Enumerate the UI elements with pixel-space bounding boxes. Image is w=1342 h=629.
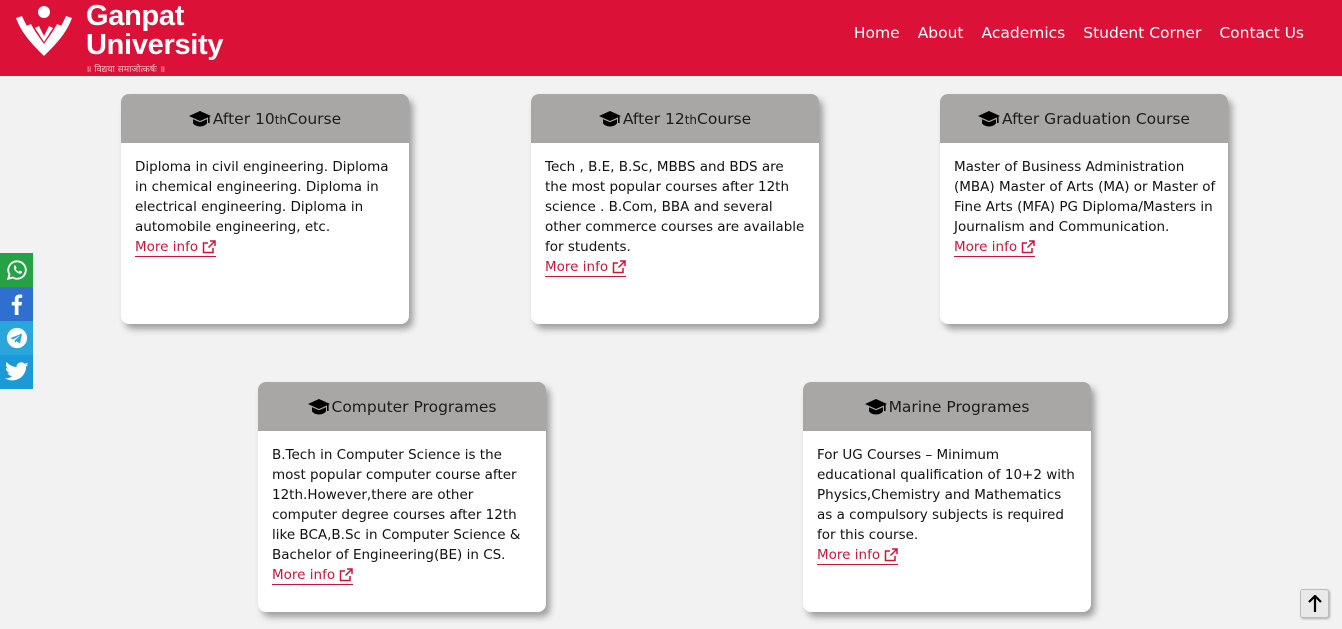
card-body: Master of Business Administration (MBA) …	[940, 143, 1228, 257]
more-info-link[interactable]: More info	[135, 238, 217, 257]
card-header: After Graduation Course	[940, 94, 1228, 143]
card-body: B.Tech in Computer Science is the most p…	[258, 431, 546, 585]
graduation-cap-icon	[864, 398, 887, 414]
card-body: Diploma in civil engineering. Diploma in…	[121, 143, 409, 257]
more-info-link[interactable]: More info	[954, 238, 1036, 257]
brand-name-line1: Ganpat	[86, 0, 185, 32]
whatsapp-icon	[6, 260, 27, 281]
university-logo-icon[interactable]	[14, 4, 74, 60]
more-info-link[interactable]: More info	[272, 566, 354, 585]
external-link-icon	[339, 568, 353, 582]
brand-name[interactable]: Ganpat University	[86, 0, 224, 61]
facebook-share-button[interactable]	[0, 287, 33, 321]
card-body: Tech , B.E, B.Sc, MBBS and BDS are the m…	[531, 143, 819, 277]
twitter-icon	[4, 362, 28, 381]
back-to-top-button[interactable]	[1300, 589, 1329, 618]
card-title-sup: th	[274, 112, 288, 127]
card-title-prefix: After 12	[622, 109, 685, 128]
graduation-cap-icon	[307, 398, 330, 414]
site-header: Ganpat University ॥ विद्यया समाजोत्कर्षः…	[0, 0, 1342, 76]
card-title: After Graduation Course	[1002, 109, 1190, 128]
external-link-icon	[1021, 240, 1035, 254]
card-description: Diploma in civil engineering. Diploma in…	[135, 159, 389, 235]
nav-about[interactable]: About	[918, 24, 964, 42]
nav-academics[interactable]: Academics	[982, 24, 1066, 42]
brand-tagline: ॥ विद्यया समाजोत्कर्षः ॥	[86, 65, 166, 75]
more-info-link[interactable]: More info	[545, 258, 627, 277]
twitter-share-button[interactable]	[0, 355, 33, 389]
more-info-label: More info	[272, 567, 336, 583]
nav-contact-us[interactable]: Contact Us	[1219, 24, 1304, 42]
graduation-cap-icon	[188, 110, 211, 126]
telegram-share-button[interactable]	[0, 321, 33, 355]
card-title: Computer Programes	[331, 397, 497, 416]
card-description: For UG Courses – Minimum educational qua…	[817, 447, 1075, 543]
graduation-cap-icon	[598, 110, 621, 126]
card-title-suffix: Course	[287, 109, 342, 128]
more-info-label: More info	[954, 239, 1018, 255]
course-card-computer-programes: Computer Programes B.Tech in Computer Sc…	[258, 382, 546, 612]
card-title: Marine Programes	[888, 397, 1030, 416]
main-nav: Home About Academics Student Corner Cont…	[854, 24, 1304, 42]
course-card-after-12th: After 12th Course Tech , B.E, B.Sc, MBBS …	[531, 94, 819, 324]
card-title-suffix: Course	[697, 109, 752, 128]
whatsapp-share-button[interactable]	[0, 253, 33, 287]
card-description: B.Tech in Computer Science is the most p…	[272, 447, 521, 563]
brand-name-line2: University	[86, 29, 224, 61]
card-header: Marine Programes	[803, 382, 1091, 431]
card-description: Master of Business Administration (MBA) …	[954, 159, 1216, 235]
arrow-up-icon	[1307, 594, 1322, 612]
more-info-label: More info	[135, 239, 199, 255]
card-title-sup: th	[684, 112, 698, 127]
card-header: Computer Programes	[258, 382, 546, 431]
external-link-icon	[612, 260, 626, 274]
external-link-icon	[884, 548, 898, 562]
graduation-cap-icon	[978, 110, 1001, 126]
card-header: After 10th Course	[121, 94, 409, 143]
course-card-after-10th: After 10th Course Diploma in civil engine…	[121, 94, 409, 324]
card-title-prefix: After 10	[212, 109, 275, 128]
nav-student-corner[interactable]: Student Corner	[1083, 24, 1201, 42]
more-info-label: More info	[817, 547, 881, 563]
course-card-marine-programes: Marine Programes For UG Courses – Minimu…	[803, 382, 1091, 612]
external-link-icon	[202, 240, 216, 254]
nav-home[interactable]: Home	[854, 24, 900, 42]
card-description: Tech , B.E, B.Sc, MBBS and BDS are the m…	[545, 159, 805, 255]
course-card-after-graduation: After Graduation Course Master of Busine…	[940, 94, 1228, 324]
telegram-icon	[6, 327, 27, 349]
more-info-label: More info	[545, 259, 609, 275]
card-header: After 12th Course	[531, 94, 819, 143]
social-share-bar	[0, 253, 33, 389]
facebook-icon	[11, 294, 22, 315]
card-body: For UG Courses – Minimum educational qua…	[803, 431, 1091, 565]
more-info-link[interactable]: More info	[817, 546, 899, 565]
